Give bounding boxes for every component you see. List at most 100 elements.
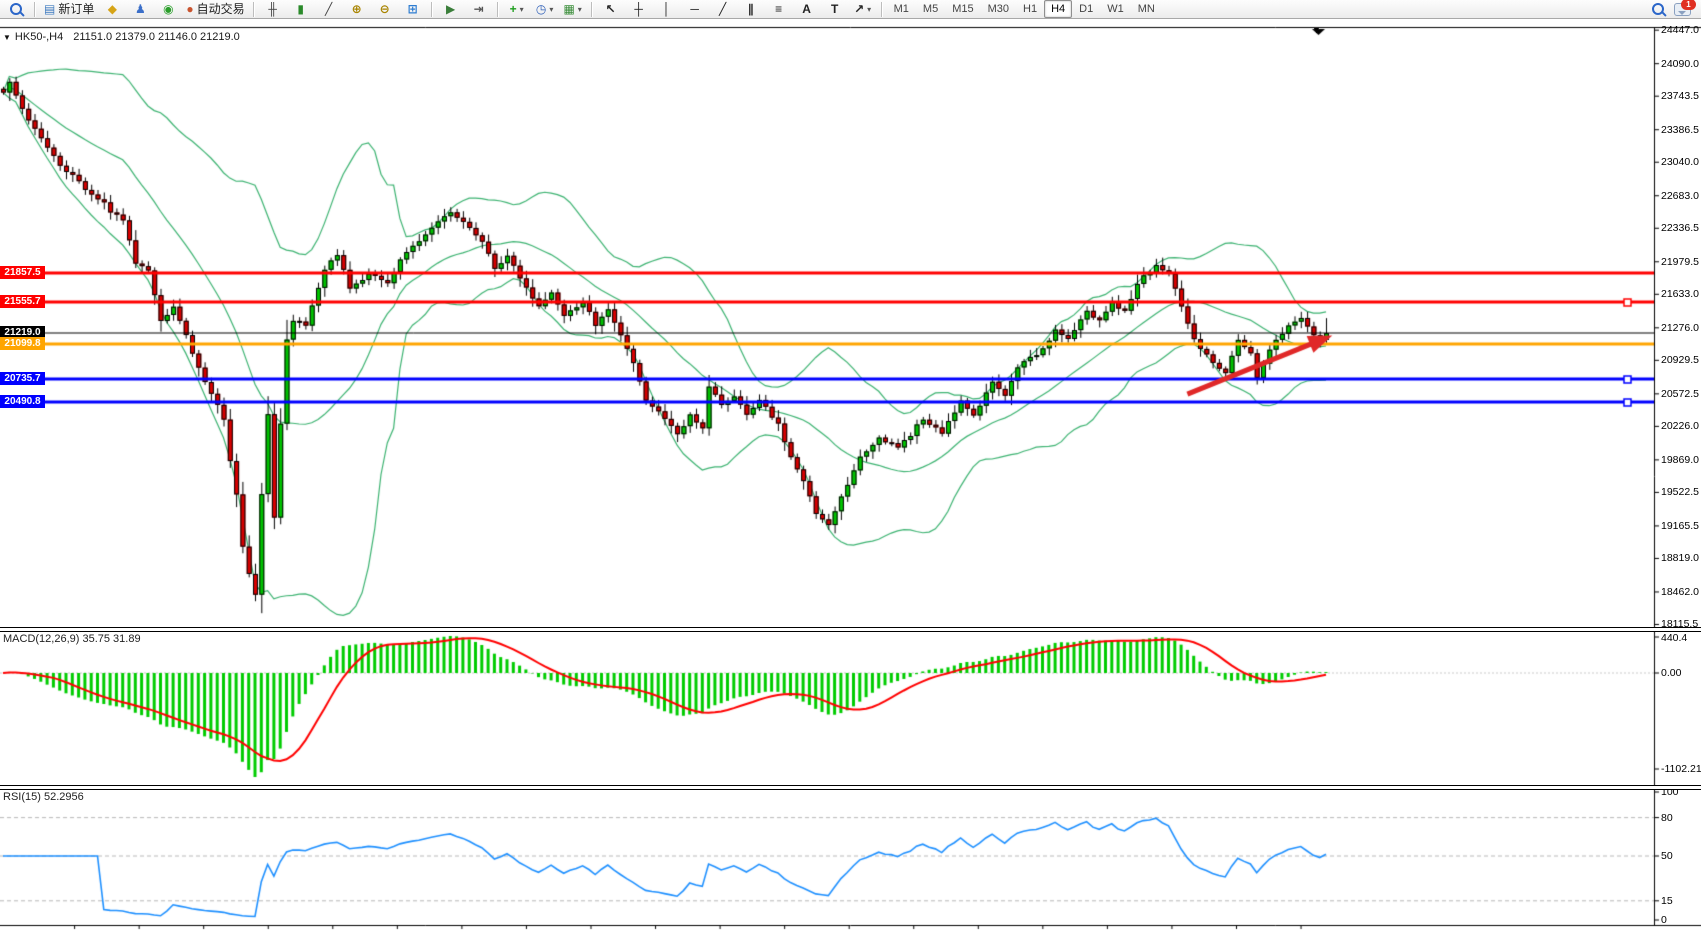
- price-axis-tick: 23040.0: [1661, 156, 1699, 168]
- price-axis-tick: 22336.5: [1661, 222, 1699, 234]
- chart-canvas[interactable]: [0, 0, 1701, 945]
- bars-chart-button-glyph: ╫: [268, 1, 277, 18]
- macd-axis-max: 440.4: [1661, 632, 1687, 644]
- macd-axis-zero: 0.00: [1661, 667, 1681, 679]
- timeframe-button-d1[interactable]: D1: [1072, 0, 1100, 18]
- periods-button[interactable]: ◷▾: [531, 0, 559, 19]
- price-axis-tick: 22683.0: [1661, 190, 1699, 202]
- channel-button[interactable]: ∥: [737, 0, 765, 19]
- arrows-button[interactable]: ↗▾: [849, 0, 877, 19]
- price-axis-tick: 24090.0: [1661, 58, 1699, 70]
- price-axis-tick: 21633.0: [1661, 288, 1699, 300]
- channel-button-glyph: ∥: [748, 1, 754, 18]
- new-order-button-glyph: ▤: [44, 1, 55, 18]
- timeframe-button-w1[interactable]: W1: [1100, 0, 1131, 18]
- fibonacci-button[interactable]: ≡: [765, 0, 793, 19]
- chart-shift-button[interactable]: ⇥: [465, 0, 493, 19]
- candles-chart-button[interactable]: ▮: [287, 0, 315, 19]
- crosshair-button-glyph: ┼: [634, 1, 643, 18]
- price-level-flag[interactable]: 21099.8: [0, 337, 45, 350]
- signal-icon-button[interactable]: ◉: [154, 0, 182, 19]
- autoscroll-button-glyph: ▶: [446, 1, 455, 18]
- crosshair-button[interactable]: ┼: [625, 0, 653, 19]
- price-axis-tick: 19165.5: [1661, 520, 1699, 532]
- price-axis-tick: 23743.5: [1661, 90, 1699, 102]
- quick-search-icon: [10, 3, 22, 15]
- chart-shift-button-glyph: ⇥: [474, 1, 484, 18]
- signal-icon-button-glyph: ◉: [163, 1, 173, 18]
- tile-windows-button[interactable]: ⊞: [399, 0, 427, 19]
- templates-button-glyph: ▦: [563, 1, 574, 18]
- search-icon[interactable]: [1652, 3, 1664, 15]
- toolbar-right: 1: [1652, 3, 1699, 16]
- toolbar-separator: [881, 2, 883, 17]
- periods-button-glyph: ◷: [536, 1, 546, 18]
- timeframe-button-m1[interactable]: M1: [887, 0, 916, 18]
- text-label-button[interactable]: T: [821, 0, 849, 19]
- timeframe-button-h4[interactable]: H4: [1044, 0, 1072, 18]
- chart-shift-marker-icon[interactable]: ▼: [1312, 25, 1321, 35]
- rsi-axis-tick: 80: [1661, 812, 1673, 824]
- zoom-out-button[interactable]: ⊖: [371, 0, 399, 19]
- chat-icon[interactable]: 1: [1674, 3, 1691, 16]
- autoscroll-button[interactable]: ▶: [437, 0, 465, 19]
- dropdown-caret-icon: ▾: [578, 1, 582, 18]
- macd-axis-min: -1102.21: [1661, 763, 1701, 775]
- price-axis-tick: 18819.0: [1661, 552, 1699, 564]
- price-level-flag[interactable]: 21857.5: [0, 266, 45, 279]
- toolbar-separator: [431, 2, 433, 17]
- vertical-line-button-glyph: │: [663, 1, 671, 18]
- dropdown-caret-icon: ▾: [867, 1, 871, 18]
- text-button[interactable]: A: [793, 0, 821, 19]
- panel-splitter-rsi[interactable]: [0, 785, 1701, 790]
- cursor-button-glyph: ↖: [606, 1, 616, 18]
- toolbar-groups: ▤新订单◆♟◉●自动交易╫▮╱⊕⊖⊞▶⇥+▾◷▾▦▾↖┼│─╱∥≡AT↗▾: [2, 0, 877, 19]
- autotrading-button[interactable]: ●自动交易: [182, 0, 248, 19]
- horizontal-line-button-glyph: ─: [690, 1, 699, 18]
- autotrading-button-label: 自动交易: [197, 1, 245, 18]
- price-axis-tick: 23386.5: [1661, 124, 1699, 136]
- dropdown-caret-icon: ▾: [520, 1, 524, 18]
- rsi-axis-tick: 0: [1661, 914, 1667, 926]
- panel-splitter-macd[interactable]: [0, 627, 1701, 632]
- timeframe-button-m30[interactable]: M30: [981, 0, 1016, 18]
- price-axis-tick: 24447.0: [1661, 24, 1699, 36]
- deposit-icon-button[interactable]: ◆: [98, 0, 126, 19]
- horizontal-line-button[interactable]: ─: [681, 0, 709, 19]
- rsi-indicator-label: RSI(15) 52.2956: [3, 791, 84, 803]
- trendline-button[interactable]: ╱: [709, 0, 737, 19]
- timeframe-button-m15[interactable]: M15: [945, 0, 980, 18]
- price-axis-tick: 20572.5: [1661, 388, 1699, 400]
- quick-search-icon[interactable]: [2, 0, 30, 19]
- zoom-in-button[interactable]: ⊕: [343, 0, 371, 19]
- trading-terminal-window: ▤新订单◆♟◉●自动交易╫▮╱⊕⊖⊞▶⇥+▾◷▾▦▾↖┼│─╱∥≡AT↗▾ M1…: [0, 0, 1701, 945]
- price-level-flag[interactable]: 20735.7: [0, 372, 45, 385]
- bars-chart-button[interactable]: ╫: [259, 0, 287, 19]
- cursor-button[interactable]: ↖: [597, 0, 625, 19]
- vertical-line-button[interactable]: │: [653, 0, 681, 19]
- arrows-button-glyph: ↗: [854, 1, 864, 18]
- templates-button[interactable]: ▦▾: [559, 0, 587, 19]
- timeframe-button-mn[interactable]: MN: [1131, 0, 1162, 18]
- account-icon-button-glyph: ♟: [135, 1, 146, 18]
- line-chart-button[interactable]: ╱: [315, 0, 343, 19]
- notification-badge: 1: [1681, 0, 1696, 10]
- new-order-button[interactable]: ▤新订单: [40, 0, 98, 19]
- timeframe-button-m5[interactable]: M5: [916, 0, 945, 18]
- price-level-flag[interactable]: 20490.8: [0, 395, 45, 408]
- text-button-glyph: A: [802, 1, 811, 18]
- price-axis-tick: 21276.0: [1661, 322, 1699, 334]
- rsi-axis-tick: 15: [1661, 895, 1673, 907]
- account-icon-button[interactable]: ♟: [126, 0, 154, 19]
- line-chart-button-glyph: ╱: [325, 1, 332, 18]
- price-axis-tick: 20929.5: [1661, 354, 1699, 366]
- collapse-triangle-icon[interactable]: ▼: [3, 33, 11, 42]
- price-level-flag[interactable]: 21555.7: [0, 295, 45, 308]
- price-axis-tick: 20226.0: [1661, 420, 1699, 432]
- symbol-period-label: HK50-,H4: [15, 31, 63, 43]
- indicators-button[interactable]: +▾: [503, 0, 531, 19]
- candles-chart-button-glyph: ▮: [297, 1, 304, 18]
- zoom-out-button-glyph: ⊖: [380, 1, 390, 18]
- tile-windows-button-glyph: ⊞: [408, 1, 418, 18]
- timeframe-button-h1[interactable]: H1: [1016, 0, 1044, 18]
